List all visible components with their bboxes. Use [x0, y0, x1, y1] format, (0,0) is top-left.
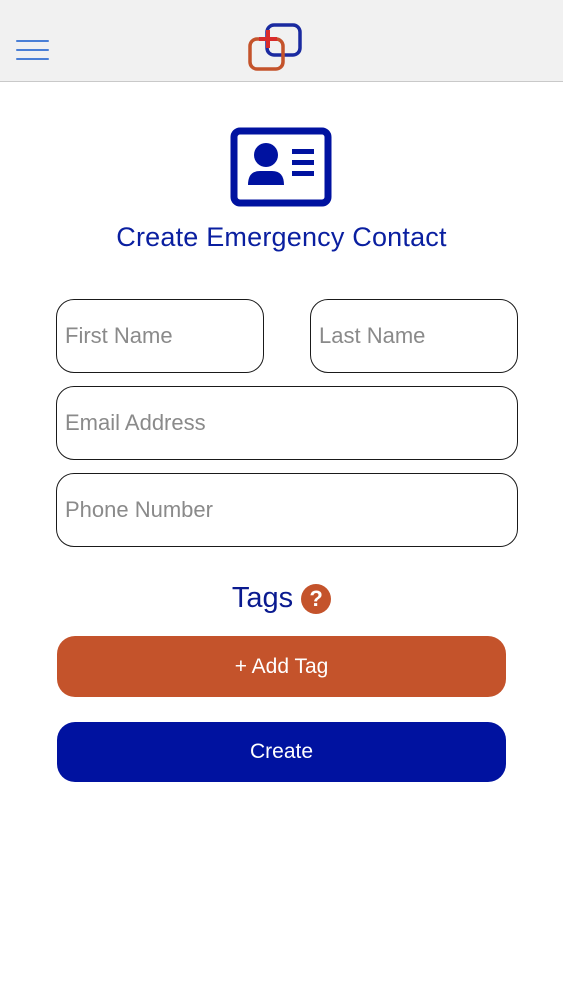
last-name-field[interactable]	[310, 299, 518, 373]
tags-label: Tags	[231, 582, 294, 614]
add-tag-button[interactable]: + Add Tag	[57, 636, 506, 697]
phone-input[interactable]	[65, 497, 517, 523]
hamburger-menu-icon[interactable]	[16, 40, 50, 62]
create-button[interactable]: Create	[57, 722, 506, 782]
app-header	[0, 0, 563, 82]
phone-field[interactable]	[56, 473, 518, 547]
help-icon[interactable]: ?	[301, 583, 332, 614]
first-name-field[interactable]	[56, 299, 264, 373]
tags-row: Tags ?	[0, 582, 563, 615]
last-name-input[interactable]	[319, 323, 517, 349]
email-field[interactable]	[56, 386, 518, 460]
app-logo-icon	[248, 23, 302, 71]
first-name-input[interactable]	[65, 323, 263, 349]
contact-card-icon	[230, 127, 332, 207]
page-title: Create Emergency Contact	[116, 222, 447, 252]
email-input[interactable]	[65, 410, 517, 436]
